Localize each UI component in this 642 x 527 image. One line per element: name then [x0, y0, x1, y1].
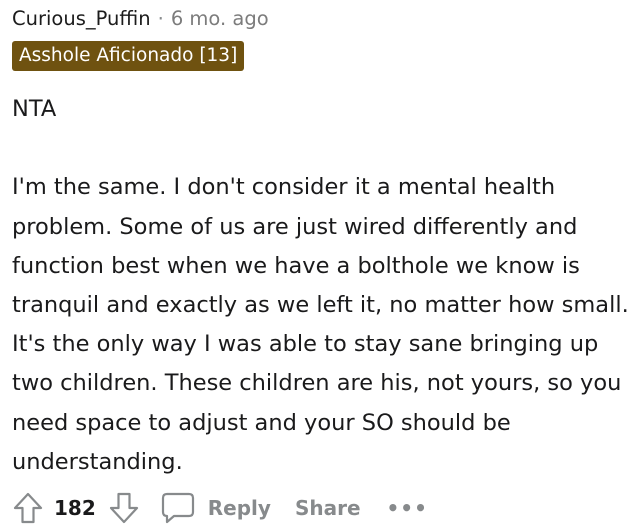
comment-header: Curious_Puffin · 6 mo. ago — [12, 4, 269, 32]
upvote-arrow-icon[interactable] — [12, 491, 44, 525]
username-link[interactable]: Curious_Puffin — [12, 7, 151, 30]
vote-score: 182 — [54, 496, 96, 520]
reply-button[interactable]: Reply — [160, 491, 271, 525]
timestamp[interactable]: 6 mo. ago — [171, 7, 269, 30]
comment-paragraph: I'm the same. I don't consider it a ment… — [12, 174, 629, 475]
reply-label: Reply — [207, 496, 271, 520]
comment-action-bar: 182 Reply Share ••• — [12, 489, 428, 527]
share-button[interactable]: Share — [295, 496, 361, 520]
meta-separator: · — [157, 6, 164, 30]
comment-paragraph: NTA — [12, 96, 57, 122]
more-options-button[interactable]: ••• — [387, 496, 428, 520]
comment-body: NTA I'm the same. I don't consider it a … — [12, 90, 637, 482]
downvote-arrow-icon[interactable] — [108, 491, 140, 525]
speech-bubble-icon — [160, 491, 196, 525]
user-flair: Asshole Aficionado [13] — [12, 41, 245, 71]
